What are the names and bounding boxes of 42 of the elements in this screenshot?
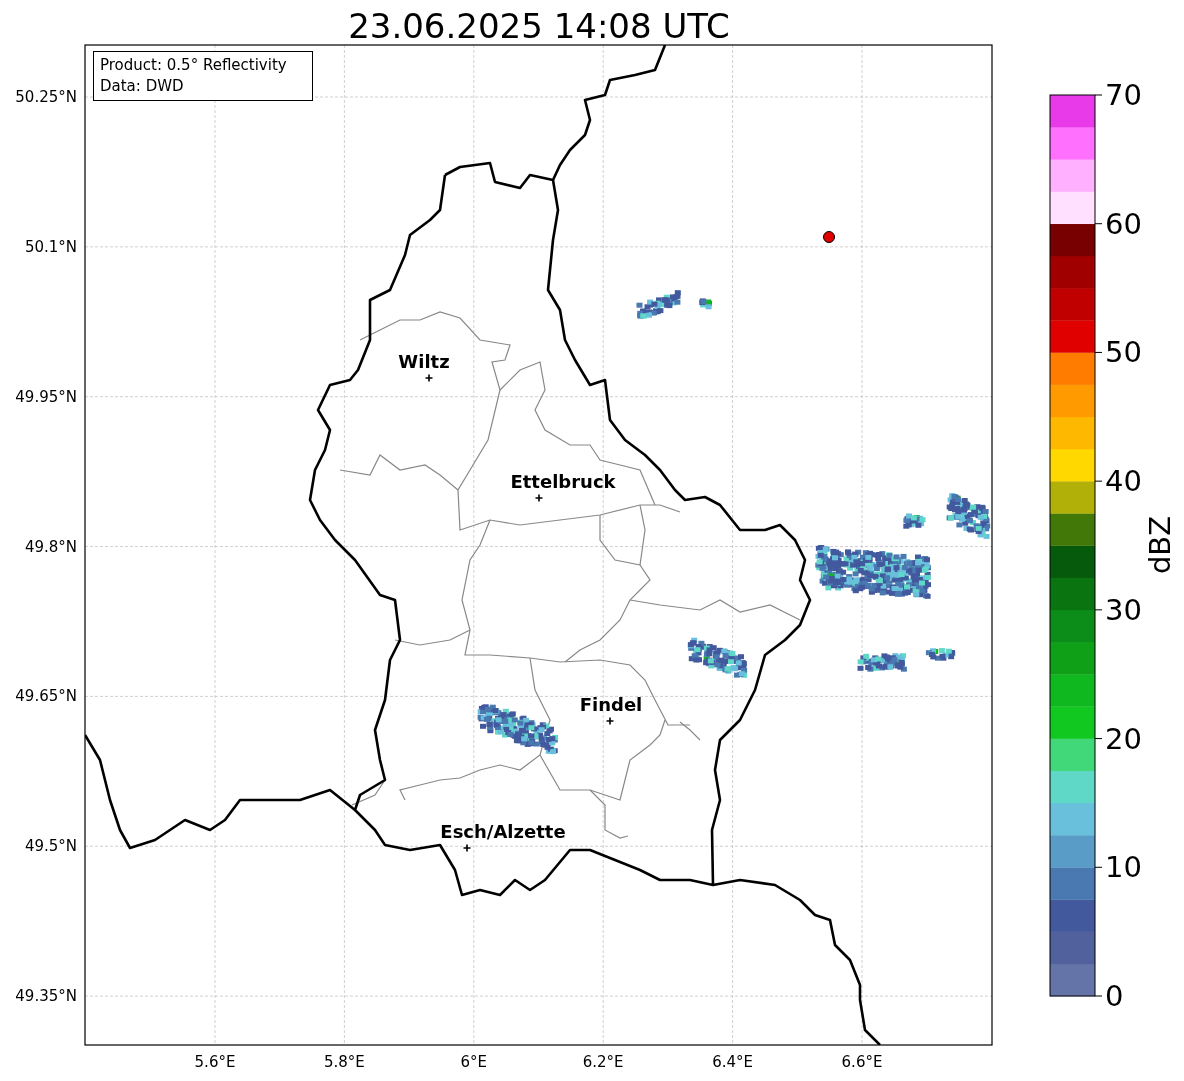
latitude-label: 49.95°N xyxy=(15,387,77,406)
latitude-label: 49.65°N xyxy=(15,687,77,706)
city-marker-icon xyxy=(424,373,434,383)
longitude-label: 6°E xyxy=(460,1053,488,1071)
latitude-label: 49.35°N xyxy=(15,987,77,1006)
city-label: Esch/Alzette xyxy=(440,821,566,842)
longitude-label: 6.2°E xyxy=(582,1053,624,1071)
colorbar-tick-label: 0 xyxy=(1105,979,1124,1013)
longitude-label: 5.8°E xyxy=(324,1053,365,1071)
longitude-label: 5.6°E xyxy=(194,1053,236,1071)
latitude-label: 49.8°N xyxy=(24,537,77,556)
canton-border xyxy=(351,779,386,806)
info-text: Data: DWD xyxy=(100,77,184,95)
latitude-label: 50.1°N xyxy=(24,237,77,256)
city-marker-icon xyxy=(534,493,544,503)
radar-echo xyxy=(925,648,956,661)
colorbar-tick-label: 20 xyxy=(1105,721,1142,756)
radar-echo xyxy=(687,637,748,678)
latitude-label: 50.25°N xyxy=(15,88,77,106)
colorbar-label: dBZ xyxy=(1143,515,1177,575)
city-label: Findel xyxy=(579,694,643,715)
city-marker-icon xyxy=(605,716,615,726)
city-label: Wiltz xyxy=(398,351,450,372)
colorbar-tick-label: 70 xyxy=(1105,78,1142,112)
colorbar-tick-label: 50 xyxy=(1105,335,1142,370)
chart-title: 23.06.2025 14:08 UTC xyxy=(348,6,730,46)
colorbar-tick-label: 10 xyxy=(1105,850,1142,885)
site-marker xyxy=(823,231,835,243)
city-marker-icon xyxy=(462,843,472,853)
colorbar-tick-label: 30 xyxy=(1105,592,1142,627)
city-label: Ettelbruck xyxy=(510,471,616,492)
info-text: Product: 0.5° Reflectivity xyxy=(100,56,287,74)
radar-echo xyxy=(699,298,712,310)
radar-echo xyxy=(946,493,991,539)
longitude-label: 6.6°E xyxy=(841,1053,883,1071)
latitude-label: 49.5°N xyxy=(24,837,77,856)
longitude-label: 6.4°E xyxy=(712,1053,753,1071)
colorbar-tick-label: 40 xyxy=(1105,464,1142,499)
radar-echo xyxy=(636,290,681,319)
colorbar-tick-label: 60 xyxy=(1105,206,1142,241)
radar-echo xyxy=(903,513,926,529)
radar-echo xyxy=(857,653,907,672)
